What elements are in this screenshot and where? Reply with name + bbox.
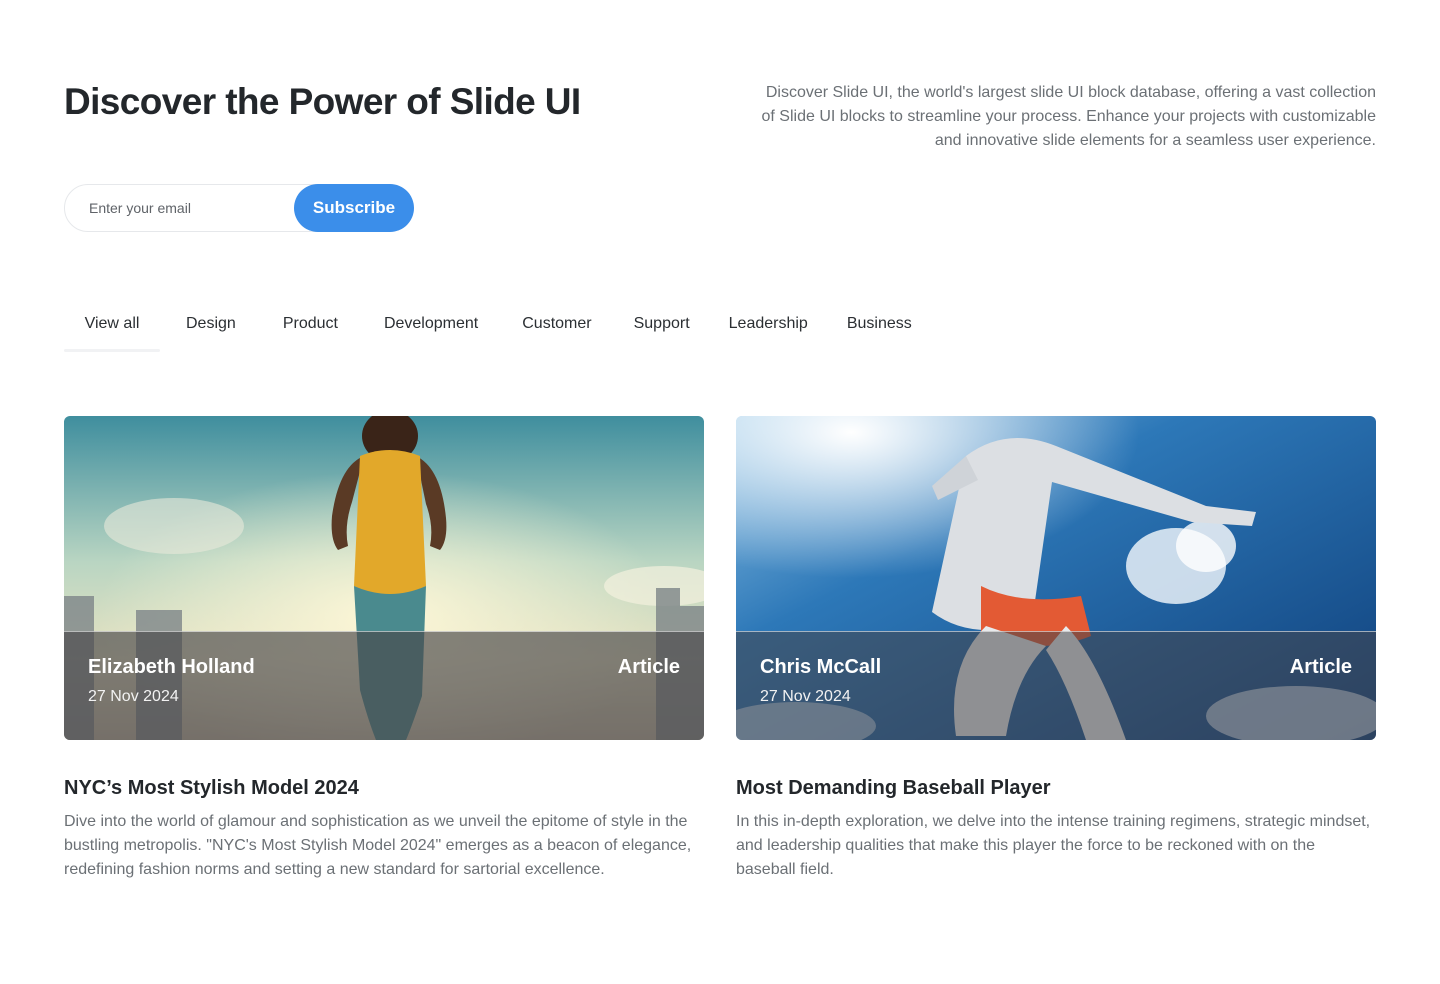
subscribe-form: Subscribe (64, 184, 414, 232)
publish-date: 27 Nov 2024 (88, 688, 179, 705)
tab-support[interactable]: Support (634, 300, 690, 350)
card-overlay: Elizabeth Holland 27 Nov 2024 Article (64, 631, 704, 740)
author-name: Elizabeth Holland (88, 656, 255, 678)
tab-development[interactable]: Development (384, 300, 478, 350)
tab-product[interactable]: Product (283, 300, 338, 350)
tab-view-all[interactable]: View all (64, 300, 160, 352)
card-title[interactable]: NYC’s Most Stylish Model 2024 (64, 774, 704, 802)
tab-leadership[interactable]: Leadership (729, 300, 808, 350)
tab-design[interactable]: Design (186, 300, 236, 350)
tab-customer[interactable]: Customer (522, 300, 591, 350)
page-title: Discover the Power of Slide UI (64, 81, 581, 122)
author-name: Chris McCall (760, 656, 882, 678)
card-image[interactable]: Elizabeth Holland 27 Nov 2024 Article (64, 416, 704, 740)
publish-date: 27 Nov 2024 (760, 688, 851, 705)
subscribe-button[interactable]: Subscribe (294, 184, 414, 232)
content-type-label: Article (617, 656, 680, 678)
category-tabs: View all Design Product Development Cust… (64, 300, 912, 352)
article-card[interactable]: Chris McCall 27 Nov 2024 Article Most De… (736, 416, 1376, 882)
card-image[interactable]: Chris McCall 27 Nov 2024 Article (736, 416, 1376, 740)
article-card[interactable]: Elizabeth Holland 27 Nov 2024 Article NY… (64, 416, 704, 882)
card-excerpt: In this in-depth exploration, we delve i… (736, 813, 1371, 878)
tab-business[interactable]: Business (847, 300, 912, 350)
hero-description: Discover Slide UI, the world's largest s… (761, 84, 1377, 149)
content-type-label: Article (1289, 656, 1352, 678)
card-excerpt: Dive into the world of glamour and sophi… (64, 813, 692, 878)
card-title[interactable]: Most Demanding Baseball Player (736, 774, 1376, 802)
card-overlay: Chris McCall 27 Nov 2024 Article (736, 631, 1376, 740)
